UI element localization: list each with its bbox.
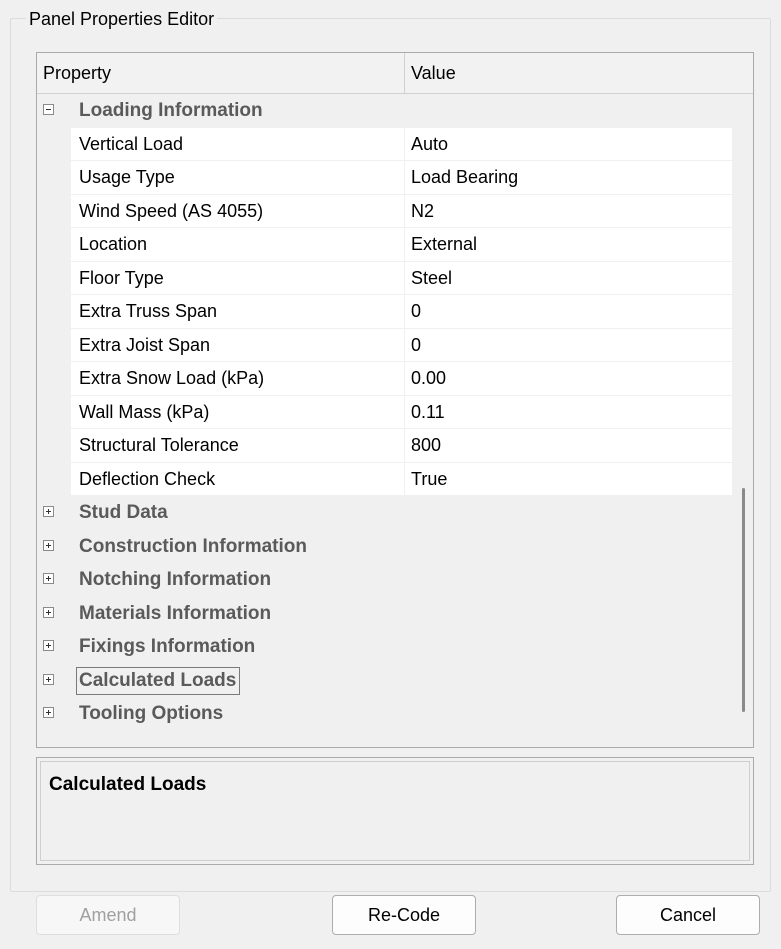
category-notching-information[interactable]: Notching Information [37,563,732,597]
amend-button[interactable]: Amend [36,895,180,935]
scrollbar-thumb[interactable] [742,488,745,712]
property-name: Extra Truss Span [71,295,405,329]
row-margin [37,161,71,195]
category-loading-information[interactable]: Loading Information [37,94,732,128]
category-label: Fixings Information [79,636,256,657]
row-margin [37,261,71,295]
property-row-extra-truss-span[interactable]: Extra Truss Span 0 [37,295,732,329]
property-row-extra-joist-span[interactable]: Extra Joist Span 0 [37,328,732,362]
cancel-button[interactable]: Cancel [616,895,760,935]
property-value[interactable]: 0 [405,329,732,362]
category-stud-data[interactable]: Stud Data [37,496,732,530]
property-row-usage-type[interactable]: Usage Type Load Bearing [37,161,732,195]
category-calculated-loads[interactable]: Calculated Loads [37,663,732,697]
property-row-deflection-check[interactable]: Deflection Check True [37,462,732,496]
expand-plus-icon[interactable] [43,606,54,618]
property-value[interactable]: True [405,463,732,496]
category-label-selected: Calculated Loads [76,666,241,695]
property-name: Wind Speed (AS 4055) [71,194,405,228]
property-name: Extra Snow Load (kPa) [71,362,405,396]
expand-plus-icon[interactable] [43,539,54,551]
property-value[interactable]: 0 [405,295,732,329]
collapse-minus-icon[interactable] [43,104,54,115]
property-row-floor-type[interactable]: Floor Type Steel [37,261,732,295]
property-name: Wall Mass (kPa) [71,395,405,429]
property-name: Deflection Check [71,462,405,496]
property-value[interactable]: 800 [405,429,732,463]
row-margin [37,228,71,262]
value-column-header[interactable]: Value [405,53,721,93]
category-materials-information[interactable]: Materials Information [37,596,732,630]
category-fixings-information[interactable]: Fixings Information [37,630,732,664]
property-value[interactable]: 0.11 [405,396,732,429]
property-value[interactable]: N2 [405,195,732,228]
property-name: Vertical Load [71,127,405,161]
expand-plus-icon[interactable] [43,640,54,651]
property-value[interactable]: External [405,228,732,262]
row-margin [37,295,71,329]
row-margin [37,429,71,463]
expand-plus-icon[interactable] [43,673,54,685]
expand-plus-icon[interactable] [43,506,54,517]
vertical-scrollbar[interactable] [735,94,753,747]
property-value[interactable]: Auto [405,128,732,161]
property-row-wall-mass[interactable]: Wall Mass (kPa) 0.11 [37,395,732,429]
property-row-location[interactable]: Location External [37,228,732,262]
category-label: Stud Data [79,502,168,523]
row-margin [37,395,71,429]
description-title: Calculated Loads [49,774,207,795]
property-value[interactable]: 0.00 [405,362,732,396]
property-row-structural-tolerance[interactable]: Structural Tolerance 800 [37,429,732,463]
property-name: Extra Joist Span [71,328,405,362]
category-label: Loading Information [79,100,263,121]
property-row-vertical-load[interactable]: Vertical Load Auto [37,127,732,161]
grid-header: Property Value [37,53,753,94]
row-margin [37,328,71,362]
property-row-wind-speed[interactable]: Wind Speed (AS 4055) N2 [37,194,732,228]
property-name: Floor Type [71,261,405,295]
category-label: Construction Information [79,535,307,557]
category-label: Materials Information [79,602,272,624]
recode-button[interactable]: Re-Code [332,895,476,935]
property-row-extra-snow-load[interactable]: Extra Snow Load (kPa) 0.00 [37,362,732,396]
property-name: Usage Type [71,161,405,195]
property-name: Location [71,228,405,262]
row-margin [37,462,71,496]
category-label: Notching Information [79,569,272,590]
grid-rows: Loading Information Vertical Load Auto U… [37,94,732,731]
row-margin [37,362,71,396]
property-column-header[interactable]: Property [37,53,405,93]
property-value[interactable]: Steel [405,262,732,295]
description-panel: Calculated Loads [36,757,754,865]
category-construction-information[interactable]: Construction Information [37,529,732,563]
property-name: Structural Tolerance [71,429,405,463]
expand-plus-icon[interactable] [43,573,54,584]
property-grid[interactable]: Property Value Loading Information Verti… [36,52,754,748]
category-tooling-options[interactable]: Tooling Options [37,697,732,731]
property-value[interactable]: Load Bearing [405,161,732,195]
category-label: Tooling Options [79,703,224,724]
group-title: Panel Properties Editor [26,8,218,30]
description-inner: Calculated Loads [40,761,750,861]
expand-plus-icon[interactable] [43,707,54,718]
row-margin [37,127,71,161]
row-margin [37,194,71,228]
